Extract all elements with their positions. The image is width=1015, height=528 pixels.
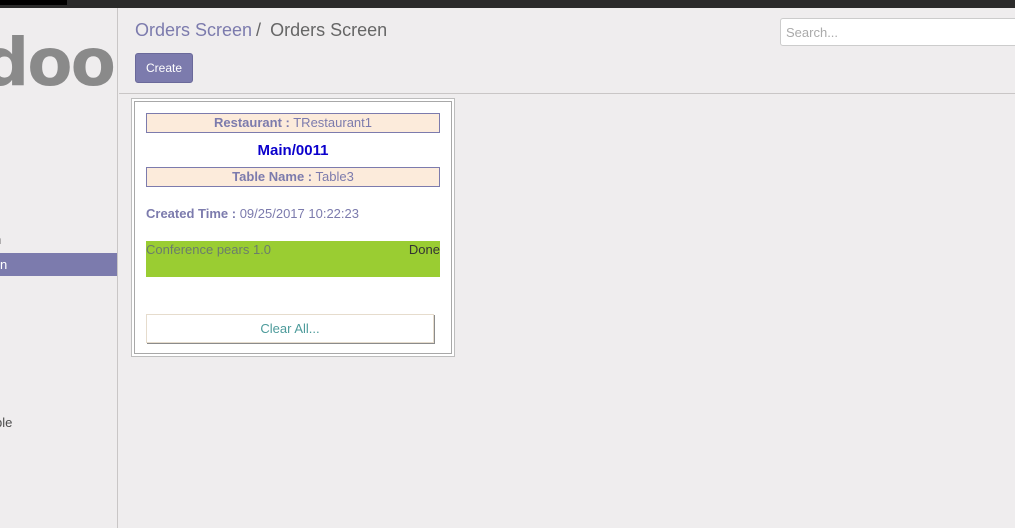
order-line-product: Conference pears 1.0 [146,242,272,257]
order-number: Main/0011 [257,142,329,159]
breadcrumb-separator: / [256,20,262,40]
sidebar-item-active[interactable]: n [0,253,117,276]
sidebar-item[interactable]: ble [0,415,12,430]
order-line-status[interactable]: Done [409,242,440,257]
top-navbar-segment [0,0,67,5]
order-card[interactable]: Restaurant : TRestaurant1 Main/0011 Tabl… [134,101,452,354]
clear-all-button[interactable]: Clear All... [146,314,434,343]
sidebar: doo n n ble [0,8,118,528]
order-line[interactable]: Conference pears 1.0 Done [146,241,440,277]
created-time-label: Created Time : [146,206,237,221]
sidebar-item[interactable]: n [0,232,1,247]
app-logo[interactable]: doo [0,24,116,101]
create-button[interactable]: Create [135,53,193,83]
created-time: Created Time : 09/25/2017 10:22:23 [146,206,359,221]
created-time-value: 09/25/2017 10:22:23 [239,206,359,221]
search-input[interactable] [780,18,1015,46]
breadcrumb-current: Orders Screen [270,20,388,40]
table-value: Table3 [315,169,354,184]
restaurant-value: TRestaurant1 [293,115,372,130]
breadcrumb-parent-link[interactable]: Orders Screen [135,20,252,40]
restaurant-label: Restaurant : [213,115,290,130]
top-navbar [0,0,1015,8]
restaurant-info: Restaurant : TRestaurant1 [146,113,440,133]
breadcrumb: Orders Screen / Orders Screen [135,20,387,41]
table-info: Table Name : Table3 [146,167,440,187]
control-panel: Orders Screen / Orders Screen Create [119,8,1015,94]
table-label: Table Name : [232,169,313,184]
